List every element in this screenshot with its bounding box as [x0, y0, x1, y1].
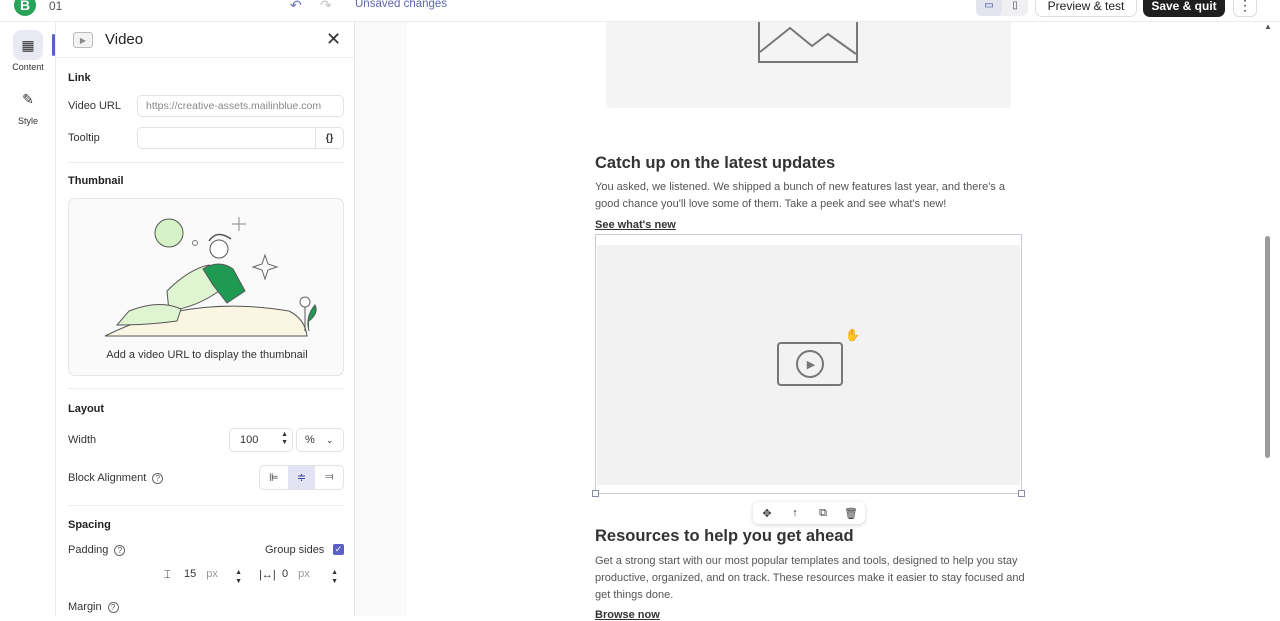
editor-canvas: Catch up on the latest updates You asked…: [355, 22, 1265, 621]
block-alignment-label: Block Alignment?: [68, 472, 164, 484]
video-play-icon: ▶: [777, 342, 843, 386]
tooltip-input[interactable]: {}: [137, 127, 344, 149]
group-sides-label: Group sides: [265, 544, 325, 556]
merge-tag-button[interactable]: {}: [315, 128, 343, 148]
undo-icon[interactable]: ↶: [290, 0, 302, 14]
email-preview: Catch up on the latest updates You asked…: [407, 22, 1265, 621]
stepper-icon[interactable]: ▲ ▼: [281, 431, 288, 447]
close-icon[interactable]: ✕: [326, 29, 341, 50]
width-unit-value: %: [305, 434, 315, 446]
rail-item-style[interactable]: ✎ Style: [0, 84, 56, 127]
tooltip-label: Tooltip: [68, 132, 100, 144]
stepper-icon[interactable]: ▲ ▼: [331, 568, 338, 586]
move-icon[interactable]: ✥: [753, 502, 781, 524]
video-url-input[interactable]: https://creative-assets.mailinblue.com: [137, 95, 344, 117]
video-block-icon: ▶: [73, 32, 93, 48]
unit-label: px: [206, 568, 218, 580]
thumbnail-preview: Add a video URL to display the thumbnail: [68, 198, 344, 376]
link-section-title: Link: [68, 72, 91, 84]
margin-text: Margin: [68, 601, 102, 613]
section-heading[interactable]: Catch up on the latest updates: [595, 154, 835, 173]
stepper-icon[interactable]: ▲ ▼: [235, 568, 242, 586]
video-placeholder: ▶: [597, 245, 1020, 485]
brand-logo[interactable]: B: [14, 0, 36, 16]
thumbnail-section-title: Thumbnail: [68, 175, 124, 187]
horizontal-padding-icon: |↔|: [259, 569, 276, 581]
save-quit-button[interactable]: Save & quit: [1143, 0, 1225, 17]
rail-item-label: Style: [17, 116, 38, 126]
panel-header: ▶ Video ✕: [56, 22, 355, 58]
horizontal-padding-value: 0: [282, 568, 289, 580]
section-heading[interactable]: Resources to help you get ahead: [595, 527, 854, 546]
alignment-toggle-group: ⊫ ≑ ⫤: [259, 465, 344, 490]
brush-icon: ✎: [22, 90, 34, 107]
divider: [68, 505, 344, 506]
more-options-icon[interactable]: ⋮: [1233, 0, 1257, 17]
width-label: Width: [68, 434, 97, 446]
block-toolbar: ✥ ↑ ⧉ 🗑: [753, 502, 865, 524]
vertical-padding-icon: ⌶: [164, 569, 171, 581]
move-up-icon[interactable]: ↑: [781, 502, 809, 524]
see-whats-new-link[interactable]: See what's new: [595, 219, 676, 231]
browse-now-link[interactable]: Browse now: [595, 609, 660, 621]
section-body[interactable]: You asked, we listened. We shipped a bun…: [595, 179, 1025, 213]
layout-section-title: Layout: [68, 403, 105, 415]
hand-cursor-icon: ✋: [845, 328, 860, 342]
spacing-section-title: Spacing: [68, 519, 111, 531]
duplicate-icon[interactable]: ⧉: [809, 502, 837, 524]
video-block[interactable]: ▶: [592, 234, 1025, 497]
group-sides-checkbox[interactable]: ✓: [333, 544, 344, 555]
desktop-icon[interactable]: ▭: [976, 0, 1002, 16]
help-icon[interactable]: ?: [107, 602, 119, 613]
video-url-label: Video URL: [68, 100, 121, 112]
section-body[interactable]: Get a strong start with our most popular…: [595, 553, 1025, 604]
divider: [68, 162, 344, 163]
align-center-icon[interactable]: ≑: [287, 466, 316, 489]
resize-handle[interactable]: [1018, 490, 1025, 497]
image-block[interactable]: [606, 22, 1011, 108]
thumbnail-illustration: [104, 217, 317, 337]
scrollbar-thumb[interactable]: [1265, 236, 1270, 458]
delete-icon[interactable]: 🗑: [837, 502, 865, 524]
image-placeholder-icon: [758, 22, 858, 63]
grid-icon: ▦: [13, 30, 43, 60]
video-settings-panel: ▶ Video ✕ Link Video URL https://creativ…: [56, 22, 355, 616]
unit-label: px: [298, 568, 310, 580]
scroll-up-icon[interactable]: ▲: [1264, 22, 1272, 31]
chevron-down-icon: ⌄: [325, 435, 334, 445]
align-right-icon[interactable]: ⫤: [315, 466, 343, 489]
width-unit-select[interactable]: % ⌄: [296, 428, 344, 452]
vertical-padding-input[interactable]: 15 px ▲ ▼: [184, 568, 242, 588]
width-input[interactable]: 100 ▲ ▼: [229, 428, 293, 452]
panel-title: Video: [105, 31, 144, 48]
top-bar: B 01 ↶ ↷ Unsaved changes ▭ ▯ Preview & t…: [0, 0, 1280, 22]
rail-item-label: Content: [12, 62, 44, 72]
mobile-icon[interactable]: ▯: [1002, 0, 1028, 16]
help-icon[interactable]: ?: [152, 473, 164, 484]
align-left-icon[interactable]: ⊫: [260, 466, 288, 489]
margin-label: Margin?: [68, 601, 119, 613]
rail-item-content[interactable]: ▦ Content: [0, 30, 56, 72]
device-view-toggle: ▭ ▯: [976, 0, 1028, 16]
left-rail: ▦ Content ✎ Style: [0, 22, 56, 616]
document-name[interactable]: 01: [49, 0, 62, 13]
save-status: Unsaved changes: [355, 0, 448, 10]
divider: [68, 388, 344, 389]
preview-test-button[interactable]: Preview & test: [1035, 0, 1137, 17]
resize-handle[interactable]: [592, 490, 599, 497]
play-icon: ▶: [796, 350, 824, 378]
horizontal-padding-input[interactable]: 0 px ▲ ▼: [282, 568, 338, 588]
help-icon[interactable]: ?: [114, 545, 126, 556]
padding-text: Padding: [68, 544, 109, 556]
redo-icon[interactable]: ↷: [320, 0, 332, 14]
padding-label: Padding?: [68, 544, 126, 556]
thumbnail-caption: Add a video URL to display the thumbnail: [106, 349, 308, 361]
vertical-padding-value: 15: [184, 568, 197, 580]
block-alignment-text: Block Alignment: [68, 472, 147, 484]
width-value: 100: [240, 434, 259, 446]
